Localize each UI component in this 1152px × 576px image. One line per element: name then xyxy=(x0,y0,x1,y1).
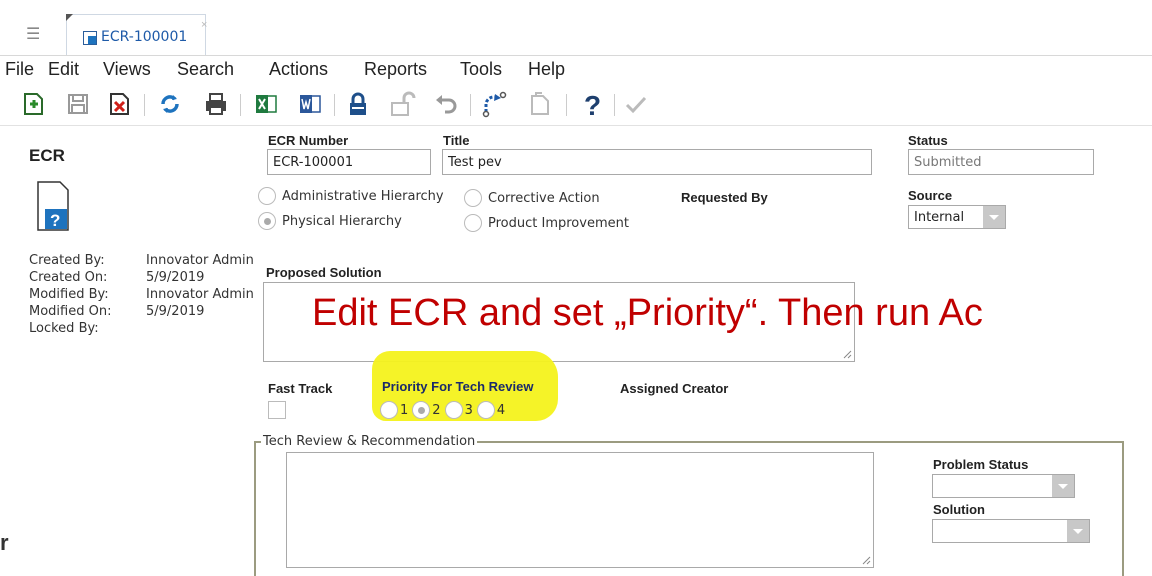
stray-text: r xyxy=(0,530,9,555)
chevron-down-icon[interactable] xyxy=(1067,520,1089,542)
content-divider xyxy=(0,125,1152,126)
ecr-document-icon: ? xyxy=(37,181,69,231)
ecr-tab-icon xyxy=(83,31,97,45)
assigned-creator-label: Assigned Creator xyxy=(620,381,729,396)
title-label: Title xyxy=(443,133,470,148)
solution-select[interactable] xyxy=(932,519,1090,543)
toolbar-separator xyxy=(566,94,567,116)
requested-by-label: Requested By xyxy=(681,190,768,205)
promote-icon[interactable] xyxy=(480,90,508,118)
word-icon[interactable] xyxy=(296,90,324,118)
priority-label: Priority For Tech Review xyxy=(382,379,534,394)
menu-actions[interactable]: Actions xyxy=(269,59,328,80)
menu-edit[interactable]: Edit xyxy=(48,59,79,80)
fast-track-checkbox[interactable] xyxy=(268,401,286,419)
priority-radio-1[interactable] xyxy=(380,401,398,419)
delete-icon[interactable] xyxy=(106,90,134,118)
tab-ecr[interactable]: ECR-100001 × xyxy=(66,14,207,56)
radio-corrective-action[interactable]: Corrective Action xyxy=(464,189,600,207)
source-value: Internal xyxy=(914,210,965,225)
undo-icon[interactable] xyxy=(432,90,460,118)
done-icon[interactable] xyxy=(622,90,650,118)
radio-label: Product Improvement xyxy=(488,215,629,231)
priority-radio-4[interactable] xyxy=(476,401,495,419)
toolbar-separator xyxy=(614,94,615,116)
svg-text:?: ? xyxy=(50,211,60,230)
toolbar: ? xyxy=(0,86,1152,122)
problem-status-select[interactable] xyxy=(932,474,1075,498)
radio-button[interactable] xyxy=(464,189,482,207)
hamburger-menu-icon[interactable]: ☰ xyxy=(26,24,40,44)
excel-icon[interactable] xyxy=(252,90,280,118)
radio-label: Physical Hierarchy xyxy=(282,213,402,229)
modified-on-label: Modified On: xyxy=(29,304,112,319)
solution-label: Solution xyxy=(933,502,985,517)
ecr-number-field[interactable]: ECR-100001 xyxy=(267,149,431,175)
chevron-down-icon[interactable] xyxy=(983,206,1005,228)
created-on-value: 5/9/2019 xyxy=(146,270,205,285)
menu-tools[interactable]: Tools xyxy=(460,59,502,80)
toolbar-separator xyxy=(334,94,335,116)
status-field[interactable]: Submitted xyxy=(908,149,1094,175)
radio-button[interactable] xyxy=(464,214,482,232)
tab-label: ECR-100001 xyxy=(101,29,188,45)
menu-views[interactable]: Views xyxy=(103,59,151,80)
toolbar-separator xyxy=(240,94,241,116)
priority-option-1: 1 xyxy=(400,402,409,418)
toolbar-separator xyxy=(470,94,471,116)
tab-close-icon[interactable]: × xyxy=(201,19,207,31)
resize-grip-icon[interactable] xyxy=(861,555,871,565)
toolbar-separator xyxy=(144,94,145,116)
tech-review-legend: Tech Review & Recommendation xyxy=(261,434,478,449)
new-icon[interactable] xyxy=(20,90,48,118)
proposed-solution-label: Proposed Solution xyxy=(266,265,382,280)
modified-on-value: 5/9/2019 xyxy=(146,304,205,319)
print-icon[interactable] xyxy=(202,90,230,118)
menu-reports[interactable]: Reports xyxy=(364,59,427,80)
locked-by-label: Locked By: xyxy=(29,321,99,336)
menu-bar: File Edit Views Search Actions Reports T… xyxy=(0,56,1152,86)
menu-search[interactable]: Search xyxy=(177,59,234,80)
radio-label: Corrective Action xyxy=(488,190,600,206)
ecr-number-label: ECR Number xyxy=(268,133,349,148)
priority-option-2: 2 xyxy=(432,402,441,418)
created-by-value: Innovator Admin xyxy=(146,253,254,268)
tab-corner-marker xyxy=(66,14,73,21)
save-icon[interactable] xyxy=(64,90,92,118)
radio-product-improvement[interactable]: Product Improvement xyxy=(464,214,629,232)
item-type-heading: ECR xyxy=(29,146,65,165)
fast-track-label: Fast Track xyxy=(268,381,333,396)
modified-by-value: Innovator Admin xyxy=(146,287,254,302)
radio-administrative-hierarchy[interactable]: Administrative Hierarchy xyxy=(258,187,444,205)
svg-text:?: ? xyxy=(584,90,601,118)
source-label: Source xyxy=(908,188,953,203)
refresh-icon[interactable] xyxy=(156,90,184,118)
radio-physical-hierarchy[interactable]: Physical Hierarchy xyxy=(258,212,402,230)
help-icon[interactable]: ? xyxy=(578,90,606,121)
created-by-label: Created By: xyxy=(29,253,105,268)
lock-icon[interactable] xyxy=(344,90,372,118)
created-on-label: Created On: xyxy=(29,270,108,285)
menu-file[interactable]: File xyxy=(5,59,34,80)
modified-by-label: Modified By: xyxy=(29,287,109,302)
priority-radio-group: 1 2 3 4 xyxy=(380,401,505,419)
status-label: Status xyxy=(908,133,948,148)
tech-review-textarea[interactable] xyxy=(286,452,874,568)
chevron-down-icon[interactable] xyxy=(1052,475,1074,497)
title-field[interactable]: Test pev xyxy=(442,149,872,175)
instruction-annotation: Edit ECR and set „Priority“. Then run Ac xyxy=(312,292,983,334)
priority-option-4: 4 xyxy=(496,402,506,418)
radio-button[interactable] xyxy=(258,187,276,205)
version-icon[interactable] xyxy=(526,90,554,118)
priority-radio-3[interactable] xyxy=(444,401,463,419)
radio-label: Administrative Hierarchy xyxy=(282,188,444,204)
priority-radio-2-selected[interactable] xyxy=(412,401,431,419)
problem-status-label: Problem Status xyxy=(933,457,1029,472)
unlock-icon[interactable] xyxy=(388,90,416,118)
menu-help[interactable]: Help xyxy=(528,59,565,80)
source-select[interactable]: Internal xyxy=(908,205,1006,229)
radio-button-selected[interactable] xyxy=(258,212,276,230)
resize-grip-icon[interactable] xyxy=(842,349,852,359)
priority-option-3: 3 xyxy=(464,402,473,418)
